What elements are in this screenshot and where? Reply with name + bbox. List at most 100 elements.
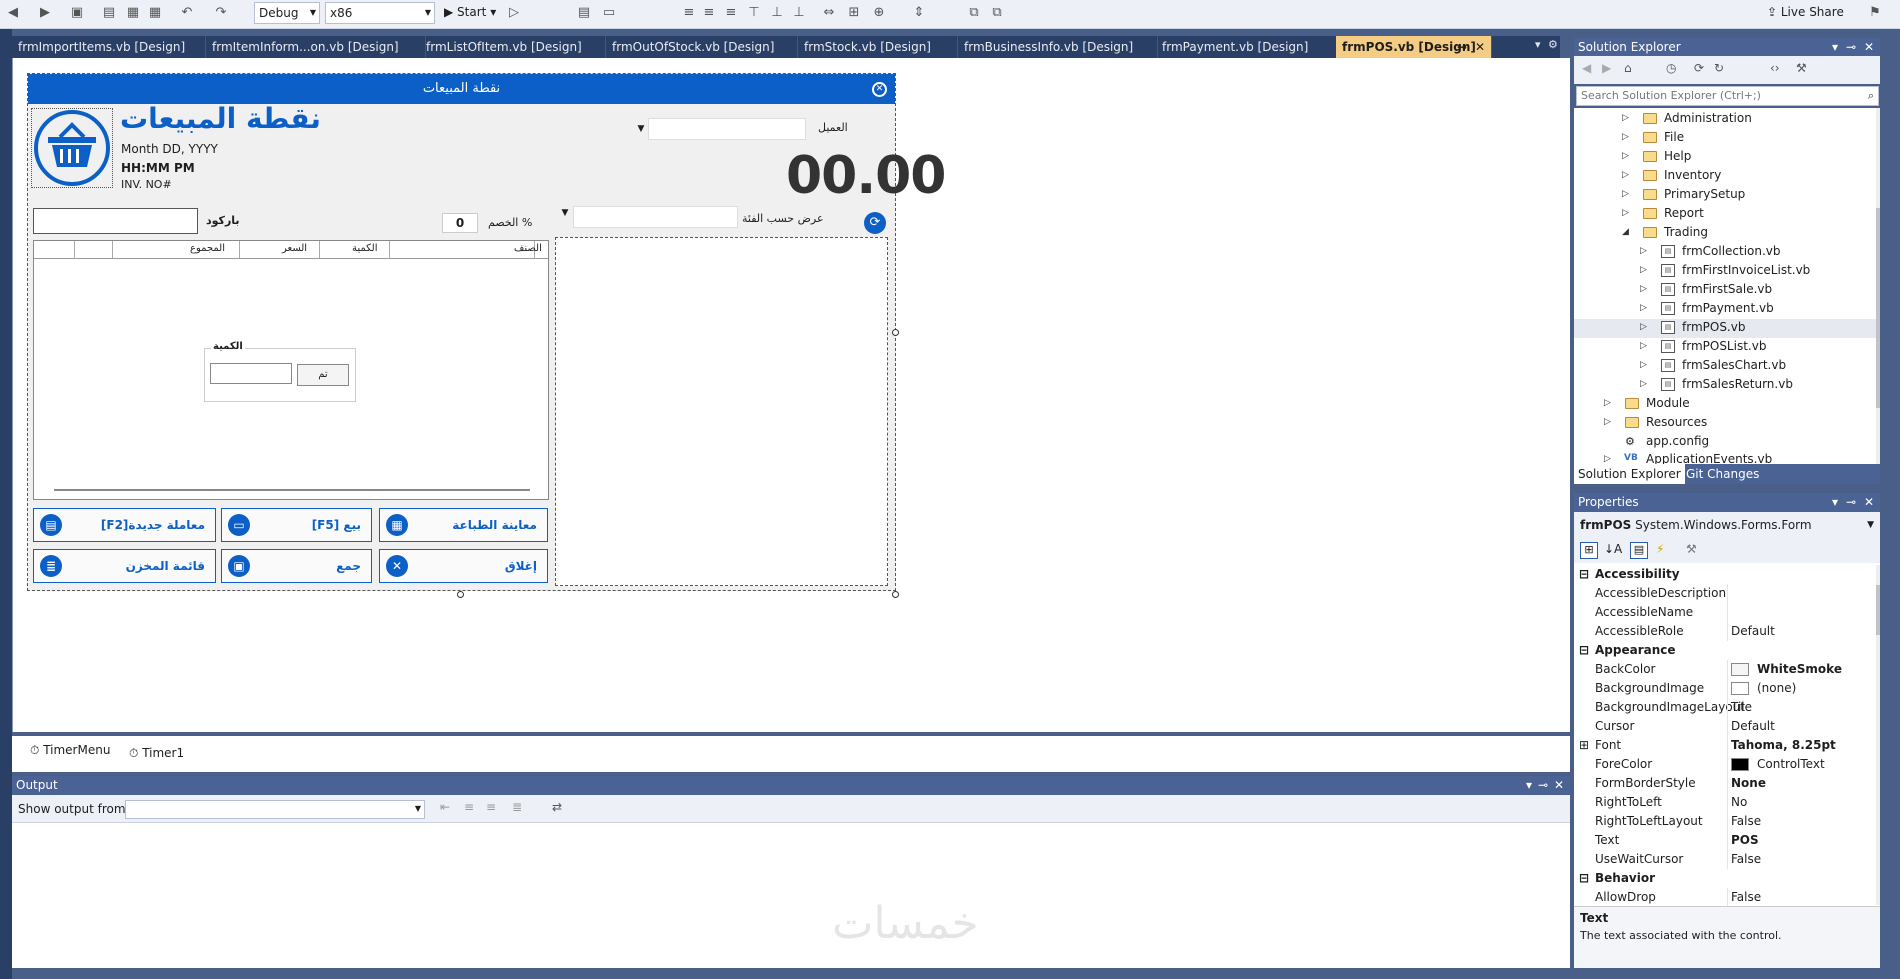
property-row[interactable]: Text POS [1577,831,1877,850]
property-row[interactable]: UseWaitCursor False [1577,850,1877,869]
se-refresh-icon[interactable]: ↻ [1714,61,1724,75]
toolbar-misc-icon[interactable]: ▤ [575,4,593,22]
property-row[interactable]: ForeColor ControlText [1577,755,1877,774]
grid-col-item[interactable]: الصنف [514,243,542,254]
property-value[interactable]: Default [1731,622,1775,641]
size-icon[interactable]: ⇔ [820,4,838,22]
output-close-icon[interactable]: ✕ [1554,776,1564,795]
collapse-icon[interactable]: ⊟ [1579,641,1589,660]
se-pin-icon[interactable]: ⊸ [1846,38,1856,56]
save-all-icon[interactable]: ▦ [146,4,164,22]
tab-frm-payment[interactable]: frmPayment.vb [Design] [1156,36,1338,58]
qty-ok-button[interactable]: تم [297,364,349,386]
tree-item-frmcollection[interactable]: frmCollection.vb [1682,244,1781,258]
output-content[interactable]: خمسات [12,823,1570,968]
output-next-icon[interactable]: ≡ [486,800,496,814]
grid-col-qty[interactable]: الكمية [352,243,378,254]
property-value[interactable]: (none) [1731,679,1796,698]
output-find-icon[interactable]: ⇤ [440,800,450,814]
redo-icon[interactable]: ↷ [212,4,230,22]
tree-item-applicationevents[interactable]: ApplicationEvents.vb [1646,452,1772,464]
back-icon[interactable]: ◀ [4,4,22,22]
se-tree[interactable]: ▷ Administration ▷ File ▷ Help ▷ Inventory ▷… [1574,108,1880,464]
props-pin-icon[interactable]: ⊸ [1846,493,1856,512]
se-code-icon[interactable]: ‹› [1770,61,1780,75]
refresh-icon[interactable]: ⟳ [864,212,886,234]
tree-item-report[interactable]: Report [1664,206,1704,220]
resize-handle-corner[interactable] [892,591,899,598]
category-select[interactable] [573,206,738,228]
collapse-icon[interactable]: ⊟ [1579,869,1589,888]
se-back-icon[interactable]: ◀ [1582,61,1591,75]
resize-handle-bottom[interactable] [457,591,464,598]
close-button[interactable]: ✕ إغلاق [379,549,548,583]
tab-frm-business-info[interactable]: frmBusinessInfo.vb [Design] [958,36,1158,58]
props-scrollbar[interactable] [1876,565,1880,905]
tab-frm-item-information[interactable]: frmItemInform...on.vb [Design] [206,36,426,58]
property-row[interactable]: AllowDrop False [1577,888,1877,907]
items-grid[interactable]: الصنف الكمية السعر المجموع الكمية تم [33,240,549,500]
save-icon[interactable]: ▦ [124,4,142,22]
timer1-component[interactable]: ⏱ Timer1 [129,746,184,761]
layout-icon[interactable]: ▭ [600,4,618,22]
sell-button[interactable]: ▭ [F5] بيع [221,508,372,542]
property-value[interactable]: False [1731,888,1761,907]
tab-frm-stock[interactable]: frmStock.vb [Design] [798,36,958,58]
se-forward-icon[interactable]: ▶ [1602,61,1611,75]
new-project-icon[interactable]: ▣ [68,4,86,22]
align-middle-icon[interactable]: ⊥ [768,4,786,22]
props-close-icon[interactable]: ✕ [1864,493,1874,512]
timermenu-component[interactable]: ⏱ TimerMenu [30,743,110,758]
start-button[interactable]: ▶ Start ▾ [444,5,496,19]
property-row[interactable]: AccessibleName [1577,603,1877,622]
tab-solution-explorer[interactable]: Solution Explorer [1574,464,1685,484]
print-preview-button[interactable]: ▦ معاينة الطباعة [379,508,548,542]
platform-select[interactable]: x86 ▼ [325,2,435,24]
align-bottom-icon[interactable]: ⊥ [790,4,808,22]
se-history-icon[interactable]: ◷ [1666,61,1676,75]
grid-col-total[interactable]: المجموع [190,243,225,254]
property-value[interactable]: POS [1731,831,1759,850]
property-value[interactable]: None [1731,774,1766,793]
property-value[interactable]: Tahoma, 8.25pt [1731,736,1836,755]
tab-git-changes[interactable]: Git Changes [1682,464,1763,484]
expand-icon[interactable]: ⊞ [1579,736,1589,755]
qty-input[interactable] [210,363,292,384]
tree-item-frmfirstsale[interactable]: frmFirstSale.vb [1682,282,1772,296]
se-dropdown-icon[interactable]: ▾ [1832,38,1838,56]
undo-icon[interactable]: ↶ [178,4,196,22]
property-value[interactable]: WhiteSmoke [1731,660,1842,679]
tree-item-file[interactable]: File [1664,130,1684,144]
close-circle-icon[interactable]: ✕ [872,82,887,97]
grid-icon[interactable]: ⊞ [845,4,863,22]
tree-item-frmsalesreturn[interactable]: frmSalesReturn.vb [1682,377,1793,391]
se-properties-icon[interactable]: ⚒ [1796,61,1807,75]
sum-button[interactable]: ▣ جمع [221,549,372,583]
pin-icon[interactable]: ⊸ [1457,36,1467,58]
properties-view-icon[interactable]: ▤ [1630,542,1648,559]
live-share-button[interactable]: ⇪ Live Share [1767,5,1844,19]
tree-item-administration[interactable]: Administration [1664,111,1752,125]
align-center-icon[interactable]: ≡ [700,4,718,22]
feedback-icon[interactable]: ⚑ [1866,4,1884,22]
property-value[interactable]: ControlText [1731,755,1825,774]
property-row[interactable]: ⊞ Font Tahoma, 8.25pt [1577,736,1877,755]
pos-form[interactable]: نقطة المبيعات ✕ نقطة المبيعات Month DD, … [27,73,946,591]
spacing-icon[interactable]: ⇕ [910,4,928,22]
settings-gear-icon[interactable]: ⚙ [1548,38,1558,51]
se-scrollbar[interactable] [1876,108,1880,464]
property-row[interactable]: AccessibleRole Default [1577,622,1877,641]
property-row[interactable]: BackColor WhiteSmoke [1577,660,1877,679]
se-search-input[interactable]: Search Solution Explorer (Ctrl+;) ⌕ [1576,86,1879,106]
alphabetical-icon[interactable]: ↓A [1604,542,1622,556]
output-dropdown-icon[interactable]: ▾ [1526,776,1532,795]
output-prev-icon[interactable]: ≡ [464,800,474,814]
customer-select[interactable] [648,118,806,140]
run-without-debug-icon[interactable]: ▷ [505,4,523,22]
config-select[interactable]: Debug ▼ [254,2,320,24]
tab-frm-pos[interactable]: frmPOS.vb [Design] ⊸ ✕ [1336,36,1492,58]
open-folder-icon[interactable]: ▤ [100,4,118,22]
property-row[interactable]: AccessibleDescription [1577,584,1877,603]
zoom-icon[interactable]: ⊕ [870,4,888,22]
tab-list-icon[interactable]: ▾ [1535,38,1541,51]
